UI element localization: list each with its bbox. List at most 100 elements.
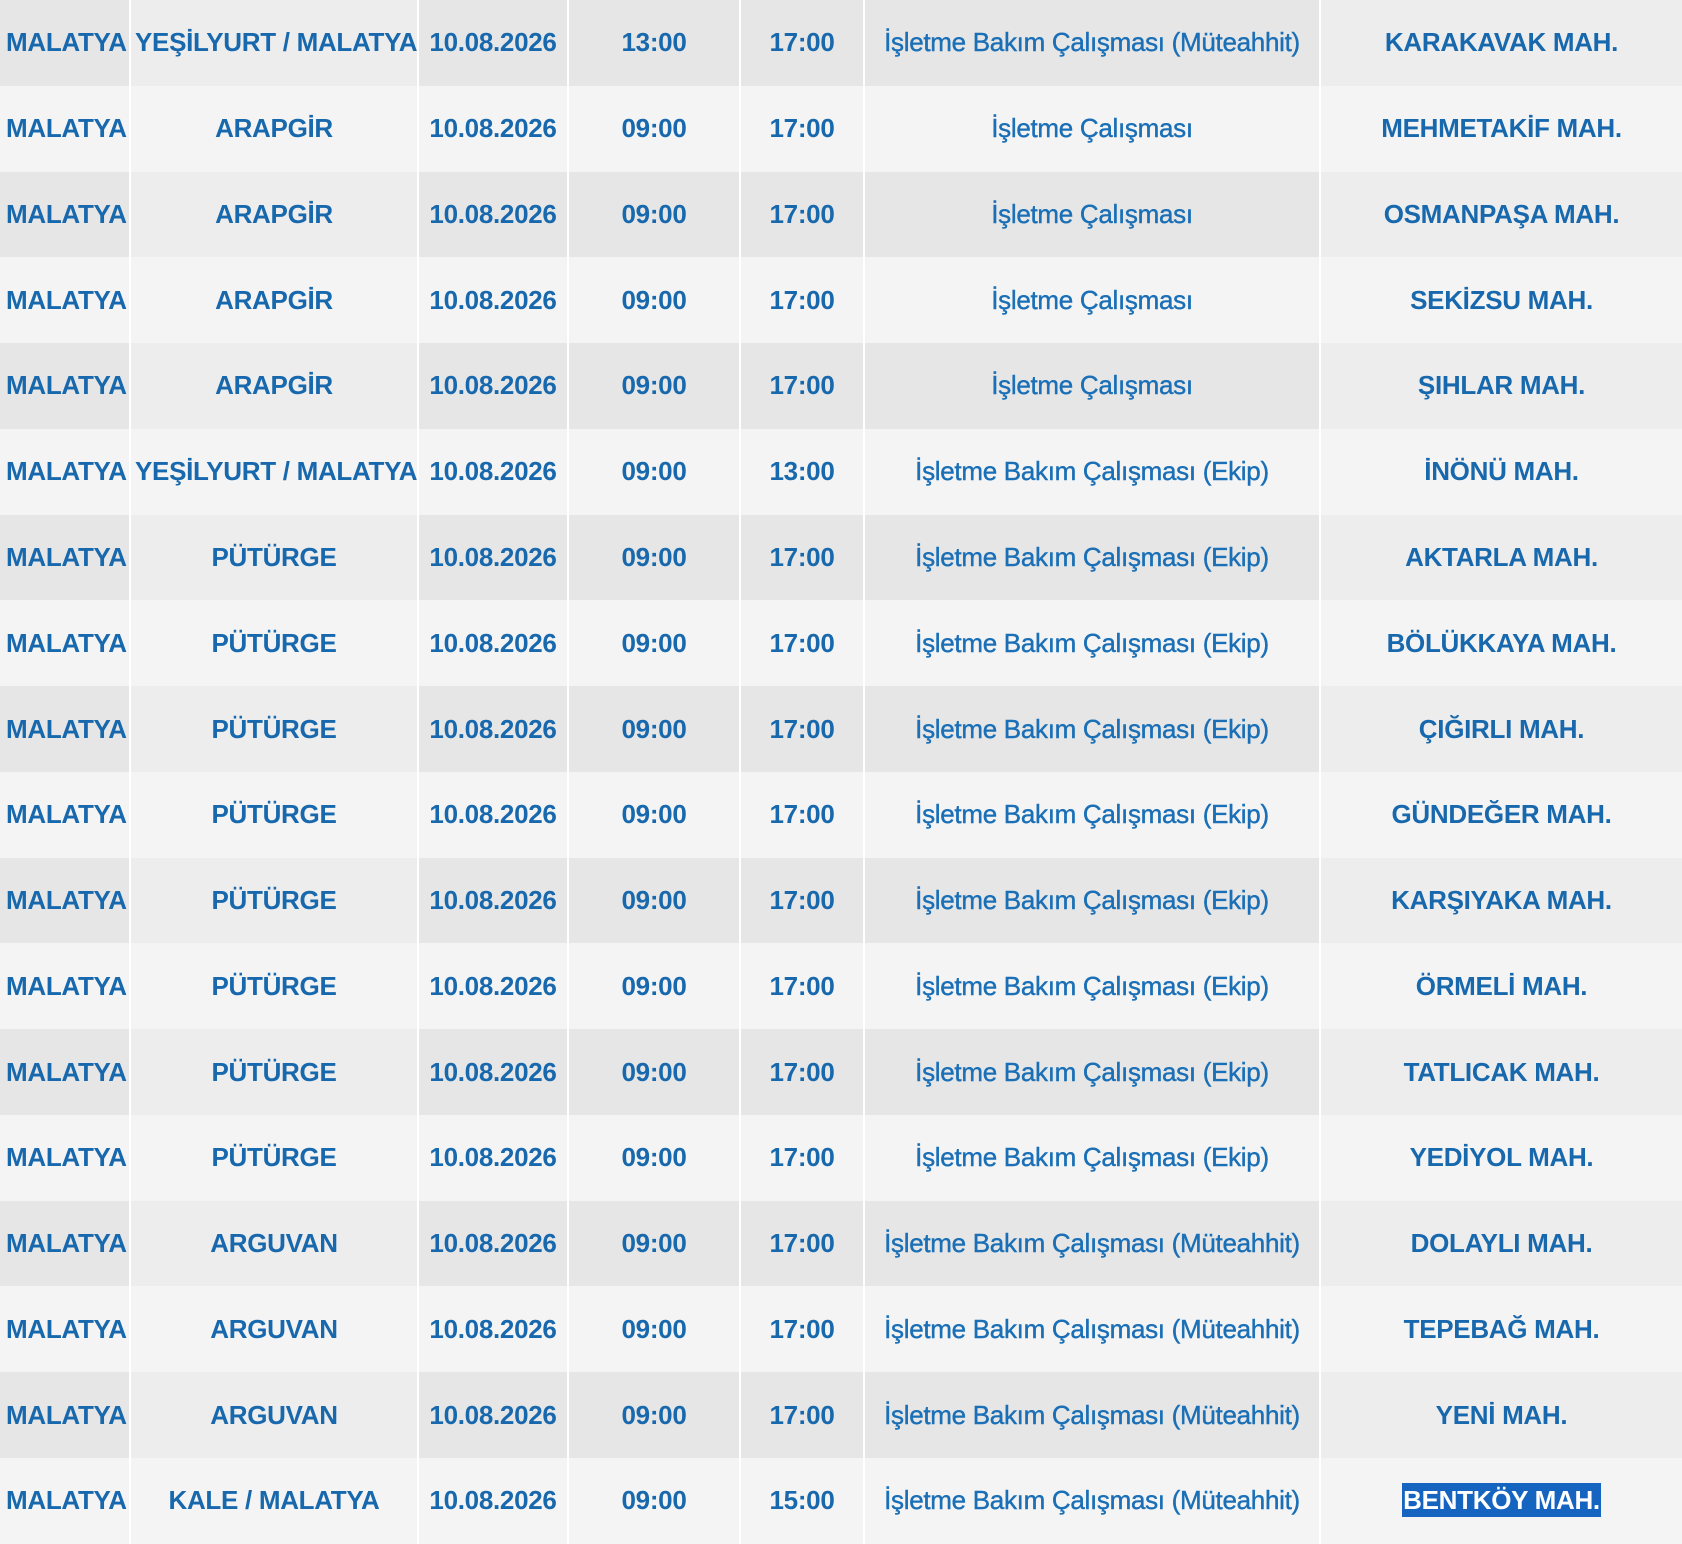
date-cell: 10.08.2026	[418, 343, 569, 429]
neighborhood-cell: YENİ MAH.	[1320, 1372, 1682, 1459]
description-cell: İşletme Bakım Çalışması (Ekip)	[864, 771, 1321, 858]
end-time-cell: 17:00	[740, 943, 865, 1030]
district-cell: PÜTÜRGE	[130, 1029, 419, 1115]
district-cell: ARGUVAN	[130, 1372, 419, 1459]
date-cell: 10.08.2026	[418, 1029, 569, 1115]
start-time-cell: 09:00	[568, 343, 741, 429]
neighborhood-cell: DOLAYLI MAH.	[1320, 1200, 1682, 1287]
table-row: MALATYA ARGUVAN 10.08.2026 09:00 17:00 İşletm…	[0, 1200, 1682, 1287]
end-time-cell: 17:00	[740, 85, 865, 172]
neighborhood-cell: YEDİYOL MAH.	[1320, 1114, 1682, 1201]
start-time-cell: 09:00	[568, 1114, 741, 1201]
end-time-cell: 17:00	[740, 600, 865, 687]
table-row: MALATYA YEŞİLYURT / MALATYA 10.08.2026 13:0…	[0, 0, 1682, 86]
description-cell: İşletme Bakım Çalışması (Müteahhit)	[864, 1286, 1321, 1373]
neighborhood-cell: ŞIHLAR MAH.	[1320, 343, 1682, 429]
description-cell: İşletme Bakım Çalışması (Müteahhit)	[864, 1458, 1321, 1544]
neighborhood-cell: KARAKAVAK MAH.	[1320, 0, 1682, 86]
neighborhood-cell: GÜNDEĞER MAH.	[1320, 771, 1682, 858]
table-row: MALATYA ARAPGİR 10.08.2026 09:00 17:00 İşletm…	[0, 85, 1682, 172]
neighborhood-cell: AKTARLA MAH.	[1320, 514, 1682, 601]
district-cell: ARGUVAN	[130, 1200, 419, 1287]
province-cell: MALATYA	[0, 0, 131, 86]
date-cell: 10.08.2026	[418, 1200, 569, 1287]
description-cell: İşletme Bakım Çalışması (Ekip)	[864, 943, 1321, 1030]
end-time-cell: 17:00	[740, 1029, 865, 1115]
neighborhood-cell: TEPEBAĞ MAH.	[1320, 1286, 1682, 1373]
table-row: MALATYA YEŞİLYURT / MALATYA 10.08.2026 09:0…	[0, 428, 1682, 515]
district-cell: PÜTÜRGE	[130, 771, 419, 858]
date-cell: 10.08.2026	[418, 171, 569, 258]
description-cell: İşletme Çalışması	[864, 171, 1321, 258]
date-cell: 10.08.2026	[418, 514, 569, 601]
neighborhood-cell: MEHMETAKİF MAH.	[1320, 85, 1682, 172]
province-cell: MALATYA	[0, 1200, 131, 1287]
province-cell: MALATYA	[0, 771, 131, 858]
neighborhood-cell: TATLICAK MAH.	[1320, 1029, 1682, 1115]
district-cell: YEŞİLYURT / MALATYA	[130, 0, 419, 86]
table-row: MALATYA ARAPGİR 10.08.2026 09:00 17:00 İşletm…	[0, 171, 1682, 258]
end-time-cell: 17:00	[740, 0, 865, 86]
end-time-cell: 17:00	[740, 257, 865, 344]
neighborhood-cell: OSMANPAŞA MAH.	[1320, 171, 1682, 258]
start-time-cell: 09:00	[568, 1029, 741, 1115]
description-cell: İşletme Bakım Çalışması (Ekip)	[864, 686, 1321, 772]
end-time-cell: 17:00	[740, 1200, 865, 1287]
date-cell: 10.08.2026	[418, 943, 569, 1030]
start-time-cell: 09:00	[568, 171, 741, 258]
date-cell: 10.08.2026	[418, 0, 569, 86]
start-time-cell: 09:00	[568, 1458, 741, 1544]
outage-table: MALATYA YEŞİLYURT / MALATYA 10.08.2026 13:0…	[0, 0, 1682, 1544]
province-cell: MALATYA	[0, 257, 131, 344]
description-cell: İşletme Bakım Çalışması (Ekip)	[864, 857, 1321, 944]
date-cell: 10.08.2026	[418, 600, 569, 687]
date-cell: 10.08.2026	[418, 686, 569, 772]
end-time-cell: 17:00	[740, 686, 865, 772]
start-time-cell: 09:00	[568, 257, 741, 344]
province-cell: MALATYA	[0, 857, 131, 944]
date-cell: 10.08.2026	[418, 1372, 569, 1459]
description-cell: İşletme Bakım Çalışması (Ekip)	[864, 1114, 1321, 1201]
end-time-cell: 17:00	[740, 1372, 865, 1459]
district-cell: PÜTÜRGE	[130, 857, 419, 944]
table-row: MALATYA PÜTÜRGE 10.08.2026 09:00 17:00 İşletm…	[0, 771, 1682, 858]
description-cell: İşletme Bakım Çalışması (Ekip)	[864, 1029, 1321, 1115]
date-cell: 10.08.2026	[418, 771, 569, 858]
date-cell: 10.08.2026	[418, 1286, 569, 1373]
date-cell: 10.08.2026	[418, 85, 569, 172]
neighborhood-cell: İNÖNÜ MAH.	[1320, 428, 1682, 515]
district-cell: ARAPGİR	[130, 343, 419, 429]
table-row: MALATYA ARAPGİR 10.08.2026 09:00 17:00 İşletm…	[0, 343, 1682, 429]
province-cell: MALATYA	[0, 343, 131, 429]
start-time-cell: 09:00	[568, 1372, 741, 1459]
date-cell: 10.08.2026	[418, 1114, 569, 1201]
end-time-cell: 17:00	[740, 343, 865, 429]
province-cell: MALATYA	[0, 943, 131, 1030]
description-cell: İşletme Bakım Çalışması (Ekip)	[864, 514, 1321, 601]
end-time-cell: 17:00	[740, 857, 865, 944]
district-cell: KALE / MALATYA	[130, 1458, 419, 1544]
neighborhood-cell: ÖRMELİ MAH.	[1320, 943, 1682, 1030]
date-cell: 10.08.2026	[418, 257, 569, 344]
start-time-cell: 09:00	[568, 943, 741, 1030]
district-cell: PÜTÜRGE	[130, 943, 419, 1030]
date-cell: 10.08.2026	[418, 428, 569, 515]
table-row: MALATYA PÜTÜRGE 10.08.2026 09:00 17:00 İşletm…	[0, 1114, 1682, 1201]
end-time-cell: 17:00	[740, 1286, 865, 1373]
end-time-cell: 17:00	[740, 771, 865, 858]
neighborhood-cell: BÖLÜKKAYA MAH.	[1320, 600, 1682, 687]
outage-table-body: MALATYA YEŞİLYURT / MALATYA 10.08.2026 13:0…	[0, 0, 1682, 1544]
table-row: MALATYA PÜTÜRGE 10.08.2026 09:00 17:00 İşletm…	[0, 514, 1682, 601]
description-cell: İşletme Bakım Çalışması (Ekip)	[864, 600, 1321, 687]
table-row: MALATYA ARGUVAN 10.08.2026 09:00 17:00 İşletm…	[0, 1286, 1682, 1373]
selected-text-highlight[interactable]: BENTKÖY MAH.	[1402, 1483, 1601, 1518]
province-cell: MALATYA	[0, 1286, 131, 1373]
table-row: MALATYA PÜTÜRGE 10.08.2026 09:00 17:00 İşletm…	[0, 1029, 1682, 1115]
end-time-cell: 15:00	[740, 1458, 865, 1544]
district-cell: ARAPGİR	[130, 85, 419, 172]
table-row: MALATYA KALE / MALATYA 10.08.2026 09:00 15:0…	[0, 1458, 1682, 1544]
district-cell: ARAPGİR	[130, 171, 419, 258]
province-cell: MALATYA	[0, 600, 131, 687]
neighborhood-cell: BENTKÖY MAH.	[1320, 1458, 1682, 1544]
district-cell: YEŞİLYURT / MALATYA	[130, 428, 419, 515]
